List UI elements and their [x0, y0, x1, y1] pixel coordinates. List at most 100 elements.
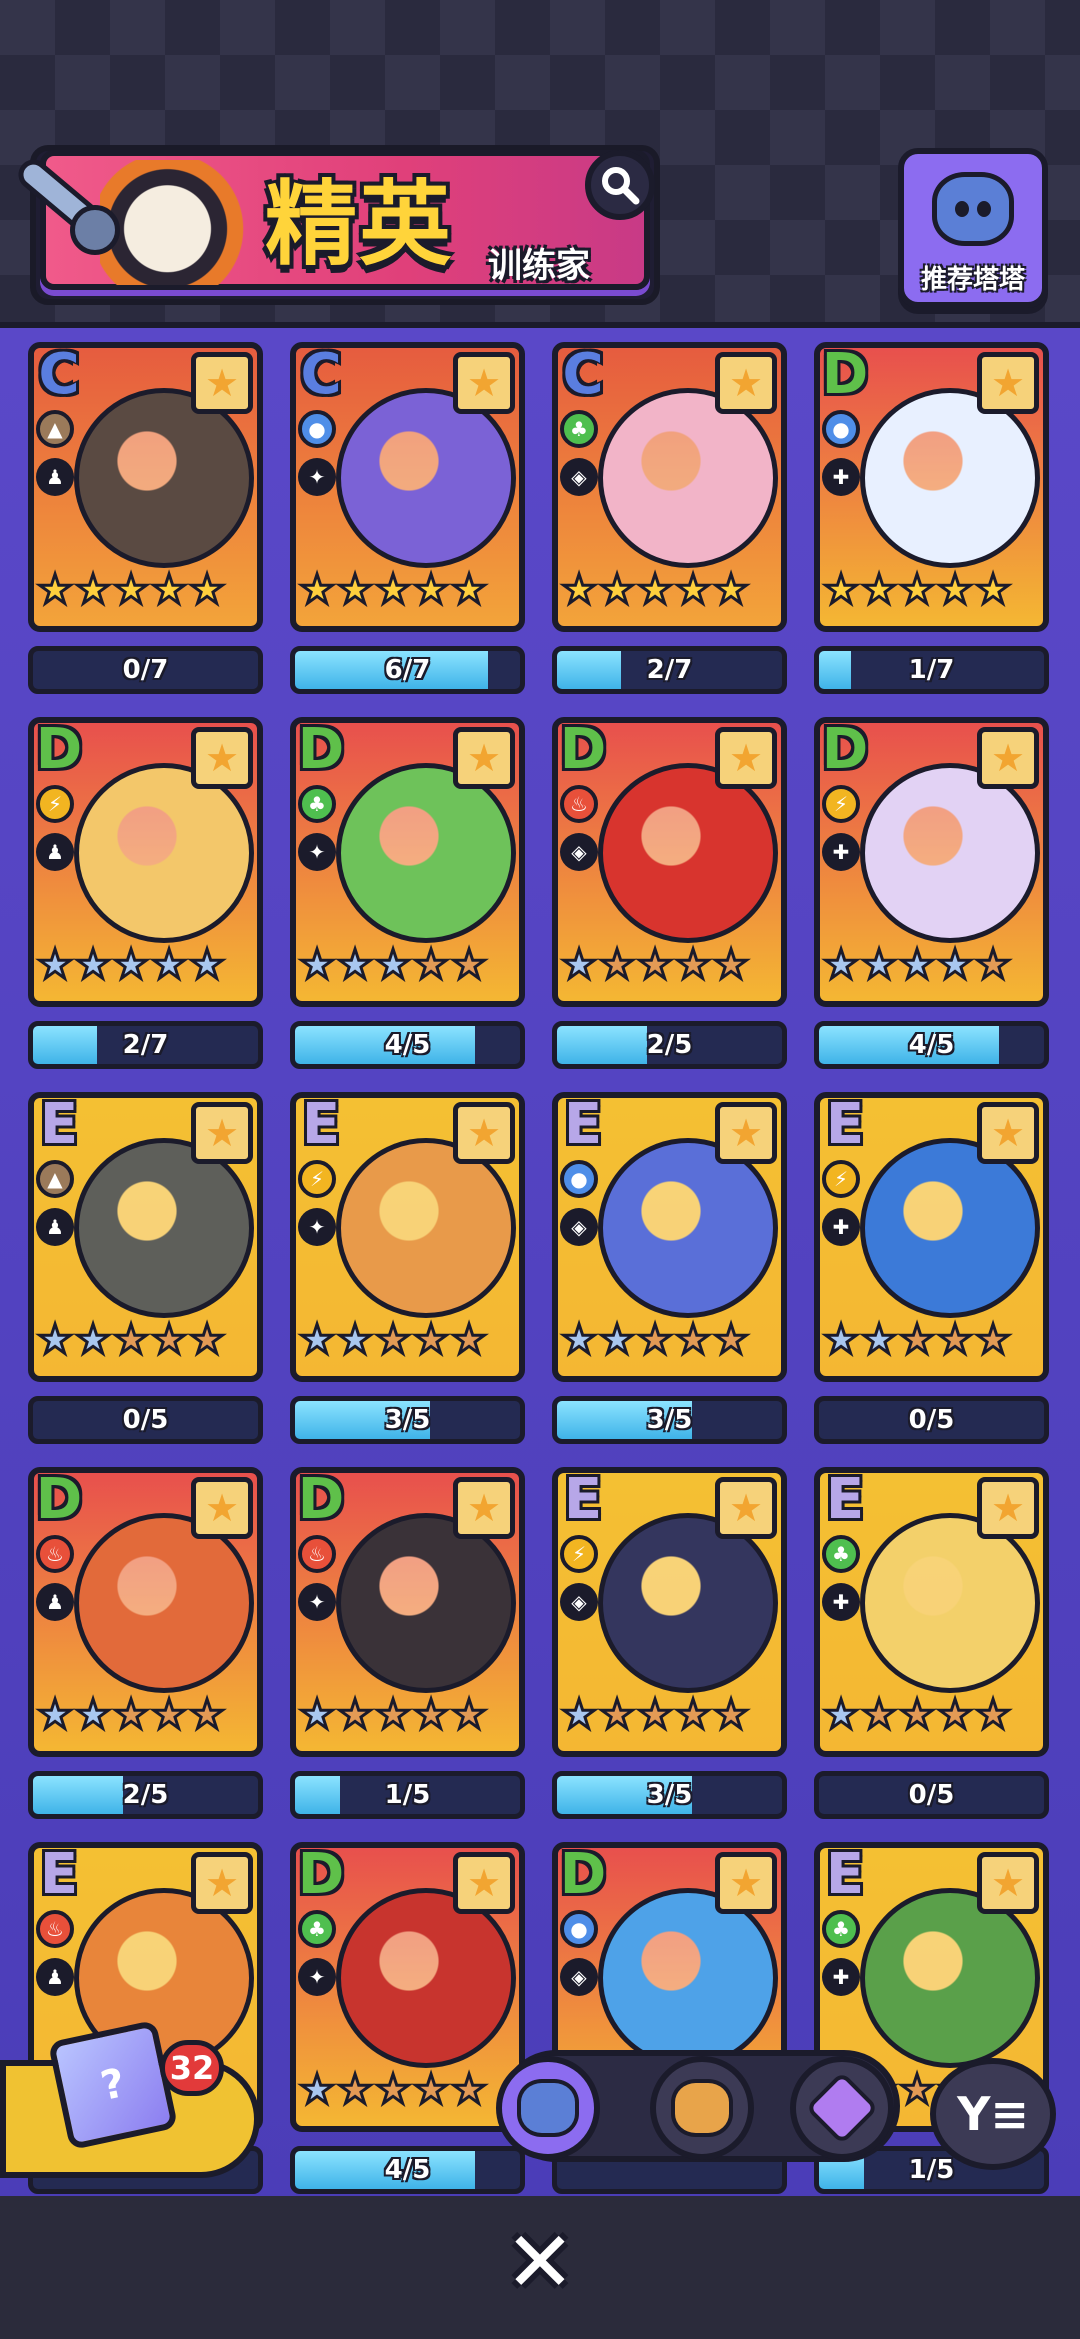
bronze-star-icon: ★	[336, 2067, 375, 2113]
favorite-star-icon[interactable]: ★	[715, 727, 777, 789]
filter-crystal-button[interactable]	[790, 2056, 894, 2160]
favorite-star-icon[interactable]: ★	[715, 1477, 777, 1539]
blue-star-icon: ★	[298, 2067, 337, 2113]
fire-element-icon: ♨	[36, 1535, 74, 1573]
favorite-star-icon[interactable]: ★	[453, 352, 515, 414]
creature-portrait	[860, 763, 1040, 943]
tier-label: E	[563, 1467, 603, 1532]
favorite-star-icon[interactable]: ★	[191, 1477, 253, 1539]
creature-card[interactable]: C ♣ ◈ ★ ★ ★ ★ ★ ★ 2/7	[552, 342, 787, 694]
star-rating: ★★★★★	[560, 1692, 751, 1738]
filter-robot-button[interactable]	[496, 2056, 600, 2160]
creature-card[interactable]: C ▲ ♟ ★ ★ ★ ★ ★ ★ 0/7	[28, 342, 263, 694]
progress-label: 1/7	[908, 655, 955, 685]
gold-star-icon: ★	[74, 567, 113, 613]
favorite-star-icon[interactable]: ★	[977, 352, 1039, 414]
favorite-star-icon[interactable]: ★	[715, 352, 777, 414]
sort-filter-button[interactable]: Y≡	[930, 2058, 1056, 2170]
bronze-star-icon: ★	[974, 1317, 1013, 1363]
tier-label: E	[301, 1092, 341, 1157]
favorite-star-icon[interactable]: ★	[191, 727, 253, 789]
creature-card[interactable]: E ⚡ ◈ ★ ★ ★ ★ ★ ★ 3/5	[552, 1467, 787, 1819]
blue-star-icon: ★	[822, 942, 861, 988]
creature-portrait	[598, 1513, 778, 1693]
gold-star-icon: ★	[112, 567, 151, 613]
recommend-button[interactable]: 推荐塔塔	[898, 148, 1048, 308]
blue-star-icon: ★	[898, 942, 937, 988]
favorite-star-icon[interactable]: ★	[453, 1477, 515, 1539]
favorite-star-icon[interactable]: ★	[977, 1852, 1039, 1914]
robot-face-icon	[517, 2079, 579, 2137]
tier-label: D	[559, 1842, 607, 1907]
creature-card[interactable]: C ● ✦ ★ ★ ★ ★ ★ ★ 6/7	[290, 342, 525, 694]
creature-card[interactable]: D ♨ ♟ ★ ★ ★ ★ ★ ★ 2/5	[28, 1467, 263, 1819]
gold-star-icon: ★	[898, 567, 937, 613]
search-button[interactable]	[585, 150, 655, 220]
star-rating: ★★★★★	[822, 942, 1013, 988]
favorite-star-icon[interactable]: ★	[715, 1852, 777, 1914]
favorite-star-icon[interactable]: ★	[715, 1102, 777, 1164]
gold-star-icon: ★	[560, 567, 599, 613]
favorite-star-icon[interactable]: ★	[977, 1102, 1039, 1164]
gold-star-icon: ★	[822, 567, 861, 613]
creature-card[interactable]: D ♨ ◈ ★ ★ ★ ★ ★ ★ 2/5	[552, 717, 787, 1069]
blue-star-icon: ★	[74, 1692, 113, 1738]
creature-card[interactable]: E ▲ ♟ ★ ★ ★ ★ ★ ★ 0/5	[28, 1092, 263, 1444]
blue-star-icon: ★	[74, 942, 113, 988]
bronze-star-icon: ★	[150, 1692, 189, 1738]
tier-label: E	[825, 1467, 865, 1532]
tier-label: D	[35, 717, 83, 782]
fire-element-icon: ♨	[560, 785, 598, 823]
star-rating: ★★★★★	[36, 1692, 227, 1738]
card-frame: C ▲ ♟ ★ ★ ★ ★ ★ ★	[28, 342, 263, 632]
creature-card[interactable]: E ⚡ ✦ ★ ★ ★ ★ ★ ★ 3/5	[290, 1092, 525, 1444]
progress-label: 2/7	[122, 1030, 169, 1060]
role-icon: ♟	[36, 458, 74, 496]
blue-star-icon: ★	[936, 942, 975, 988]
blue-star-icon: ★	[298, 1692, 337, 1738]
blue-star-icon: ★	[188, 942, 227, 988]
shard-progress-bar: 4/5	[290, 1021, 525, 1069]
favorite-star-icon[interactable]: ★	[453, 1852, 515, 1914]
role-icon: ✦	[298, 1958, 336, 1996]
bronze-star-icon: ★	[112, 1317, 151, 1363]
favorite-star-icon[interactable]: ★	[977, 727, 1039, 789]
mystery-box-icon[interactable]: ?	[47, 2019, 179, 2151]
favorite-star-icon[interactable]: ★	[191, 1852, 253, 1914]
bronze-star-icon: ★	[598, 1692, 637, 1738]
card-frame: D ♣ ✦ ★ ★ ★ ★ ★ ★	[290, 717, 525, 1007]
progress-label: 0/7	[122, 655, 169, 685]
close-button[interactable]: ✕	[500, 2220, 580, 2304]
favorite-star-icon[interactable]: ★	[453, 727, 515, 789]
favorite-star-icon[interactable]: ★	[453, 1102, 515, 1164]
shard-progress-bar: 4/5	[814, 1021, 1049, 1069]
favorite-star-icon[interactable]: ★	[977, 1477, 1039, 1539]
creature-card[interactable]: E ♣ ✚ ★ ★ ★ ★ ★ ★ 0/5	[814, 1467, 1049, 1819]
creature-card[interactable]: D ♣ ✦ ★ ★ ★ ★ ★ ★ 4/5	[290, 717, 525, 1069]
creature-card[interactable]: D ⚡ ♟ ★ ★ ★ ★ ★ ★ 2/7	[28, 717, 263, 1069]
creature-card[interactable]: E♣✚★★★★★★1/5	[814, 1842, 1049, 2194]
creature-card[interactable]: D ♨ ✦ ★ ★ ★ ★ ★ ★ 1/5	[290, 1467, 525, 1819]
favorite-star-icon[interactable]: ★	[191, 1102, 253, 1164]
blue-star-icon: ★	[36, 942, 75, 988]
bronze-star-icon: ★	[936, 1692, 975, 1738]
gold-star-icon: ★	[974, 567, 1013, 613]
creature-portrait	[74, 388, 254, 568]
creature-card[interactable]: E ● ◈ ★ ★ ★ ★ ★ ★ 3/5	[552, 1092, 787, 1444]
favorite-star-icon[interactable]: ★	[191, 352, 253, 414]
role-icon: ✚	[822, 1958, 860, 1996]
role-icon: ✚	[822, 833, 860, 871]
earth-element-icon: ▲	[36, 410, 74, 448]
creature-card[interactable]: D●◈★★★★★★	[552, 1842, 787, 2194]
gold-star-icon: ★	[412, 567, 451, 613]
card-frame: E ● ◈ ★ ★ ★ ★ ★ ★	[552, 1092, 787, 1382]
creature-card[interactable]: E ⚡ ✚ ★ ★ ★ ★ ★ ★ 0/5	[814, 1092, 1049, 1444]
filter-bread-button[interactable]	[650, 2056, 754, 2160]
creature-card[interactable]: D ⚡ ✚ ★ ★ ★ ★ ★ ★ 4/5	[814, 717, 1049, 1069]
tier-label: C	[562, 342, 604, 407]
blue-star-icon: ★	[860, 1317, 899, 1363]
creature-card[interactable]: D ♣ ✦ ★ ★ ★ ★ ★ ★ 4/5	[290, 1842, 525, 2194]
gold-star-icon: ★	[36, 567, 75, 613]
creature-card[interactable]: D ● ✚ ★ ★ ★ ★ ★ ★ 1/7	[814, 342, 1049, 694]
blue-star-icon: ★	[36, 1692, 75, 1738]
